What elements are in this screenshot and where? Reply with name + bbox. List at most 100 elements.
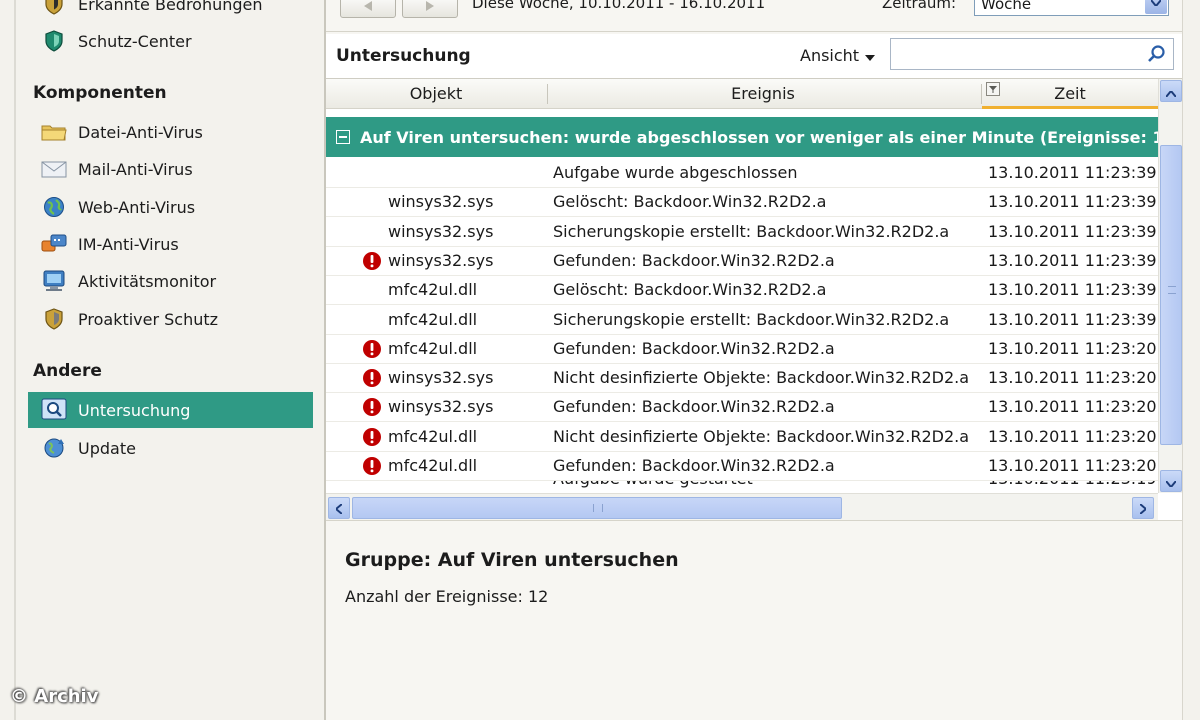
folder-icon [40,119,68,145]
cell-zeit: 13.10.2011 11:23:20 [988,426,1157,446]
chevron-down-icon[interactable] [1145,0,1167,14]
table-row[interactable]: Aufgabe wurde abgeschlossen 13.10.2011 11… [326,159,1158,188]
cell-zeit: 13.10.2011 11:23:20 [988,338,1157,358]
vertical-scrollbar[interactable] [1158,79,1182,493]
globe-icon [40,194,68,220]
scroll-up-button[interactable] [1160,80,1182,102]
panel-header: Untersuchung Ansicht [326,34,1182,78]
cell-zeit: 13.10.2011 11:23:39 [988,221,1157,241]
cell-ereignis: Gefunden: Backdoor.Win32.R2D2.a [553,338,835,358]
cell-ereignis: Gefunden: Backdoor.Win32.R2D2.a [553,397,835,417]
event-count: Anzahl der Ereignisse: 12 [345,587,549,606]
cell-ereignis: Nicht desinfizierte Objekte: Backdoor.Wi… [553,426,970,446]
sidebar-item-label: Update [78,438,136,458]
sidebar-item-aktivitaetsmonitor[interactable]: Aktivitätsmonitor [28,263,313,299]
cell-ereignis: Gefunden: Backdoor.Win32.R2D2.a [553,456,835,475]
table-row[interactable]: mfc42ul.dll Gelöscht: Backdoor.Win32.R2D2… [326,276,1158,306]
collapse-icon[interactable] [336,130,350,144]
warning-icon [362,339,382,363]
period-back-button[interactable] [340,0,396,18]
table-row[interactable]: mfc42ul.dll Gefunden: Backdoor.Win32.R2D2… [326,452,1158,481]
arrow-right-icon [424,0,436,15]
sidebar-item-update[interactable]: Update [28,430,313,466]
warning-icon [362,397,382,421]
column-header-objekt[interactable]: Objekt [326,79,546,109]
zeitraum-value: Woche [981,0,1032,13]
column-header-zeit[interactable]: Zeit [982,79,1158,109]
cell-objekt: mfc42ul.dll [388,280,478,300]
main-pane: Diese Woche, 10.10.2011 - 16.10.2011 Zei… [326,0,1200,720]
table-row[interactable]: mfc42ul.dll Sicherungskopie erstellt: Bac… [326,306,1158,335]
caret-down-icon [865,46,876,65]
group-label: Auf Viren untersuchen: wurde abgeschloss… [360,127,1158,147]
sidebar-item-datei-anti-virus[interactable]: Datei-Anti-Virus [28,114,313,150]
sidebar-item-label: IM-Anti-Virus [78,234,179,254]
ansicht-menu[interactable]: Ansicht [800,46,876,65]
period-forward-button[interactable] [402,0,458,18]
column-header-ereignis[interactable]: Ereignis [548,79,978,109]
warning-icon [362,368,382,392]
cell-ereignis: Nicht desinfizierte Objekte: Backdoor.Wi… [553,368,970,388]
table-row[interactable]: winsys32.sys Nicht desinfizierte Objekte:… [326,364,1158,394]
cell-objekt: mfc42ul.dll [388,426,478,446]
scroll-right-button[interactable] [1132,497,1154,519]
table-row[interactable]: mfc42ul.dll Gefunden: Backdoor.Win32.R2D2… [326,335,1158,364]
watermark: © Archiv [10,686,99,707]
cell-objekt: winsys32.sys [388,192,494,212]
search-input[interactable] [895,40,1135,68]
sidebar-item-label: Untersuchung [78,400,191,420]
vertical-scroll-thumb[interactable] [1160,145,1182,445]
monitor-icon [40,268,68,294]
sidebar-item-untersuchung[interactable]: Untersuchung [28,392,313,428]
details-panel: Gruppe: Auf Viren untersuchen Anzahl der… [326,520,1182,720]
events-table: Objekt Ereignis Zeit Auf Viren untersuch… [326,78,1182,521]
cell-ereignis: Sicherungskopie erstellt: Backdoor.Win32… [553,309,950,329]
cell-ereignis: Gelöscht: Backdoor.Win32.R2D2.a [553,192,827,212]
chevron-up-icon [1165,82,1177,101]
table-row[interactable]: winsys32.sys Gefunden: Backdoor.Win32.R2D… [326,393,1158,423]
scroll-down-button[interactable] [1160,470,1182,492]
period-toolbar: Diese Woche, 10.10.2011 - 16.10.2011 Zei… [326,0,1182,32]
table-row[interactable]: winsys32.sys Gefunden: Backdoor.Win32.R2D… [326,247,1158,276]
sidebar: Erkannte Bedrohungen Schutz-Center Kompo… [0,0,326,720]
search-icon[interactable] [1147,44,1167,68]
sidebar-item-web-anti-virus[interactable]: Web-Anti-Virus [28,189,313,225]
cell-objekt: winsys32.sys [388,397,494,417]
section-title-komponenten: Komponenten [33,83,167,103]
table-row[interactable]: Aufgabe wurde gestartet 13.10.2011 11:23:… [326,481,1158,491]
arrow-left-icon [362,0,374,15]
table-row[interactable]: winsys32.sys Gelöscht: Backdoor.Win32.R2D… [326,188,1158,218]
section-title-andere: Andere [33,361,102,381]
cell-objekt: winsys32.sys [388,221,494,241]
cell-ereignis: Gelöscht: Backdoor.Win32.R2D2.a [553,280,827,300]
horizontal-scroll-thumb[interactable] [352,497,842,519]
cell-zeit: 13.10.2011 11:23:39 [988,280,1157,300]
scroll-left-button[interactable] [328,497,350,519]
table-row[interactable]: winsys32.sys Sicherungskopie erstellt: Ba… [326,218,1158,247]
cell-ereignis: Gefunden: Backdoor.Win32.R2D2.a [553,250,835,270]
sidebar-item-label: Proaktiver Schutz [78,309,219,329]
zeitraum-select[interactable]: Woche [974,0,1169,16]
warning-icon [362,456,382,480]
cell-ereignis: Aufgabe wurde gestartet [553,481,753,488]
sidebar-item-erkannte-bedrohungen[interactable]: Erkannte Bedrohungen [28,0,313,22]
sidebar-item-proaktiver-schutz[interactable]: Proaktiver Schutz [28,301,313,337]
sidebar-item-mail-anti-virus[interactable]: Mail-Anti-Virus [28,151,313,187]
chevron-down-icon [1165,472,1177,491]
sidebar-item-schutz-center[interactable]: Schutz-Center [28,23,313,59]
sidebar-item-label: Schutz-Center [78,31,192,51]
chevron-right-icon [1139,499,1148,518]
warning-icon [362,427,382,451]
group-title: Gruppe: Auf Viren untersuchen [345,549,679,571]
sidebar-item-label: Aktivitätsmonitor [78,271,217,291]
table-header: Objekt Ereignis Zeit [326,79,1158,109]
sidebar-item-im-anti-virus[interactable]: IM-Anti-Virus [28,226,313,262]
cell-objekt: mfc42ul.dll [388,309,478,329]
chevron-left-icon [334,499,343,518]
group-row[interactable]: Auf Viren untersuchen: wurde abgeschloss… [326,117,1158,157]
update-globe-icon [40,435,68,461]
cell-zeit: 13.10.2011 11:23:20 [988,456,1157,475]
table-row[interactable]: mfc42ul.dll Nicht desinfizierte Objekte: … [326,423,1158,452]
horizontal-scrollbar[interactable] [326,493,1158,521]
warning-icon [362,251,382,275]
